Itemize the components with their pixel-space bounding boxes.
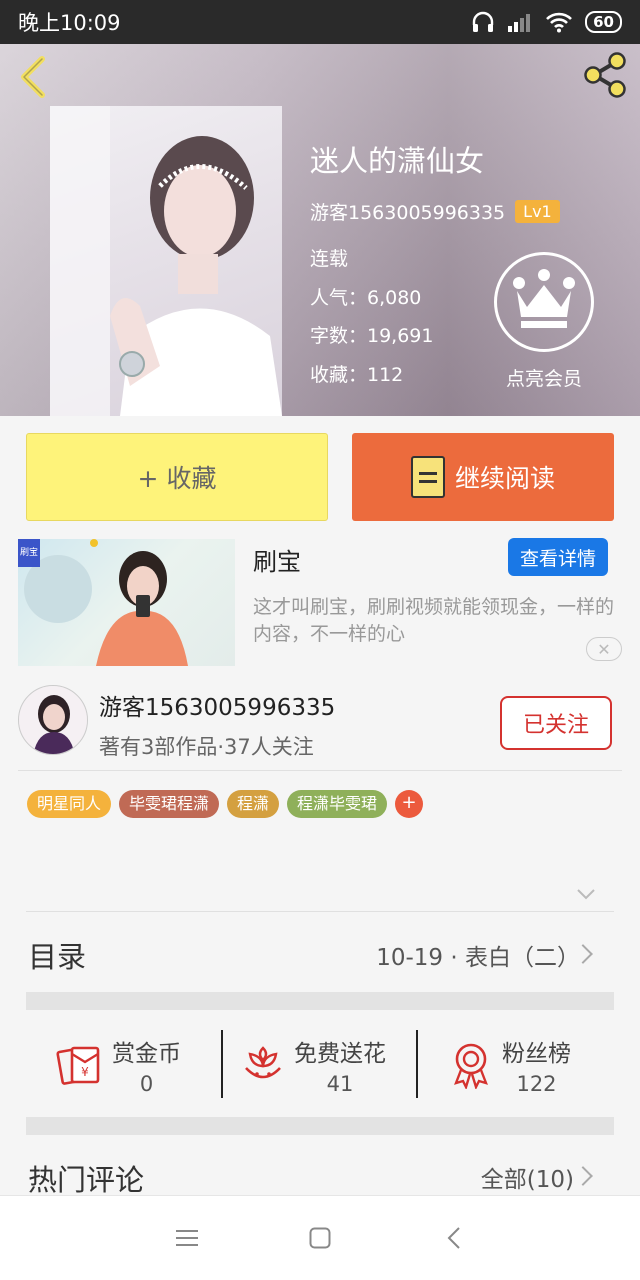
vip-label[interactable]: 点亮会员 xyxy=(476,364,612,391)
ad-detail-button[interactable]: 查看详情 xyxy=(508,538,608,576)
battery-indicator: 60 xyxy=(585,11,622,33)
divider xyxy=(26,911,614,912)
back-icon[interactable] xyxy=(446,1226,462,1250)
status-icons: 60 xyxy=(471,11,622,33)
divider xyxy=(416,1030,418,1098)
stat-value: 122 xyxy=(516,1072,557,1096)
all-comments-link[interactable]: 全部(10) xyxy=(481,1160,574,1194)
headphones-icon xyxy=(472,11,494,32)
continue-read-label: 继续阅读 xyxy=(454,464,555,493)
book-cover-image[interactable] xyxy=(50,106,282,416)
fan-ranking[interactable]: 粉丝榜 122 xyxy=(450,1030,571,1100)
tag-list: 明星同人 毕雯珺程潇 程潇 程潇毕雯珺 + xyxy=(27,790,424,818)
author-id[interactable]: 游客1563005996335 xyxy=(310,198,505,225)
section-separator xyxy=(26,1117,614,1135)
book-header: 迷人的潇仙女 游客1563005996335 Lv1 连载 人气：6,080 字… xyxy=(0,44,640,416)
ad-image[interactable]: 刷宝 xyxy=(18,539,235,666)
ad-description[interactable]: 这才叫刷宝，刷刷视频就能领现金，一样的内容，不一样的心 xyxy=(253,594,623,648)
svg-text:¥: ¥ xyxy=(81,1065,89,1079)
chevron-down-icon[interactable] xyxy=(576,884,596,904)
follow-button[interactable]: 已关注 xyxy=(500,696,612,750)
tag-item[interactable]: 明星同人 xyxy=(27,790,112,818)
crown-icon xyxy=(513,269,575,328)
level-badge: Lv1 xyxy=(515,200,560,223)
book-status: 连载 xyxy=(310,248,349,270)
divider xyxy=(221,1030,223,1098)
book-popularity: 人气：6,080 xyxy=(310,287,422,309)
home-icon[interactable] xyxy=(309,1227,331,1249)
signal-icon xyxy=(508,14,531,32)
author-stats: 著有3部作品·37人关注 xyxy=(99,735,314,759)
wifi-icon xyxy=(546,12,573,33)
back-arrow-icon[interactable] xyxy=(14,54,54,100)
divider xyxy=(18,770,622,771)
book-icon xyxy=(410,456,445,498)
share-icon[interactable] xyxy=(580,50,630,100)
system-nav-bar xyxy=(0,1195,640,1280)
ad-close-icon[interactable]: ✕ xyxy=(586,637,622,661)
flower-icon xyxy=(245,1046,281,1079)
status-bar: 晚上10:09 60 xyxy=(0,0,640,44)
chevron-right-icon[interactable] xyxy=(573,1166,593,1186)
section-separator xyxy=(26,992,614,1010)
hot-comments-label: 热门评论 xyxy=(28,1163,145,1197)
author-name[interactable]: 游客1563005996335 xyxy=(99,688,335,722)
ad-title[interactable]: 刷宝 xyxy=(253,542,301,577)
avatar-illustration xyxy=(19,686,87,754)
medal-icon xyxy=(454,1043,488,1089)
catalog-label[interactable]: 目录 xyxy=(28,934,86,976)
free-flowers[interactable]: 免费送花 41 xyxy=(242,1030,386,1100)
stat-value: 0 xyxy=(139,1072,154,1096)
cover-illustration xyxy=(50,106,282,416)
continue-read-button[interactable]: 继续阅读 xyxy=(352,433,614,521)
book-word-count: 字数：19,691 xyxy=(310,325,434,347)
menu-icon[interactable] xyxy=(176,1228,198,1248)
stat-label: 赏金币 xyxy=(112,1041,181,1067)
vip-button[interactable] xyxy=(494,252,594,352)
author-line: 游客1563005996335 Lv1 xyxy=(310,198,560,225)
ad-illustration xyxy=(24,539,188,666)
book-title: 迷人的潇仙女 xyxy=(310,144,485,178)
reward-coins[interactable]: ¥ 赏金币 0 xyxy=(56,1030,181,1100)
stat-label: 免费送花 xyxy=(294,1041,386,1067)
stat-label: 粉丝榜 xyxy=(502,1041,571,1067)
tag-item[interactable]: 程潇毕雯珺 xyxy=(287,790,388,818)
status-time: 晚上10:09 xyxy=(18,11,121,35)
collect-button[interactable]: + 收藏 xyxy=(26,433,328,521)
author-avatar[interactable] xyxy=(18,685,88,755)
tag-item[interactable]: 毕雯珺程潇 xyxy=(119,790,220,818)
red-envelope-icon: ¥ xyxy=(56,1046,100,1085)
add-tag-button[interactable]: + xyxy=(395,790,424,818)
catalog-latest-chapter[interactable]: 10-19 · 表白（二） xyxy=(376,938,580,972)
tag-item[interactable]: 程潇 xyxy=(227,790,280,818)
ad-brand-icon: 刷宝 xyxy=(18,539,40,567)
book-favorites: 收藏：112 xyxy=(310,364,404,386)
stat-value: 41 xyxy=(326,1072,354,1096)
